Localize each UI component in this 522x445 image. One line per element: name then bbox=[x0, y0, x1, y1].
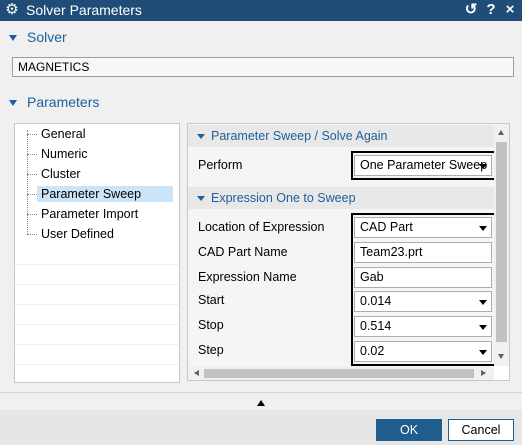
scroll-up-icon[interactable] bbox=[498, 130, 504, 135]
tree-item-numeric[interactable]: Numeric bbox=[15, 144, 179, 164]
vertical-scrollbar[interactable] bbox=[494, 124, 509, 366]
ok-button[interactable]: OK bbox=[376, 419, 442, 441]
dialog-footer: OK Cancel bbox=[0, 410, 522, 445]
scroll-left-icon[interactable] bbox=[194, 370, 199, 376]
scroll-down-icon[interactable] bbox=[498, 354, 504, 359]
reset-icon[interactable]: ↺ bbox=[463, 1, 479, 19]
tree-item-label: Parameter Sweep bbox=[37, 186, 173, 202]
solver-type-field: MAGNETICS bbox=[12, 57, 514, 77]
solver-heading: Solver bbox=[27, 29, 67, 45]
expression-group-header[interactable]: Expression One to Sweep bbox=[188, 187, 494, 209]
parameter-tree: General Numeric Cluster Parameter Sweep … bbox=[14, 123, 180, 383]
panel-content: Parameter Sweep / Solve Again Perform On… bbox=[188, 124, 494, 366]
window-title: Solver Parameters bbox=[26, 2, 142, 18]
help-icon[interactable]: ? bbox=[483, 1, 499, 19]
chevron-up-icon[interactable] bbox=[257, 400, 265, 406]
tree-item-label: General bbox=[41, 127, 86, 141]
tree-item-cluster[interactable]: Cluster bbox=[15, 164, 179, 184]
expression-name-label: Expression Name bbox=[198, 270, 297, 284]
solver-section-header[interactable]: Solver bbox=[0, 27, 522, 49]
close-icon[interactable]: × bbox=[502, 1, 518, 19]
scroll-right-icon[interactable] bbox=[481, 370, 486, 376]
scroll-thumb[interactable] bbox=[204, 369, 474, 378]
cancel-button[interactable]: Cancel bbox=[448, 419, 514, 441]
step-label: Step bbox=[198, 343, 224, 357]
tree-item-label: Parameter Import bbox=[41, 207, 139, 221]
sweep-group-header[interactable]: Parameter Sweep / Solve Again bbox=[188, 125, 494, 147]
tree-item-parameter-sweep[interactable]: Parameter Sweep bbox=[15, 184, 179, 204]
title-bar: ⚙ Solver Parameters ↺ ? × bbox=[0, 0, 522, 21]
location-label: Location of Expression bbox=[198, 220, 325, 234]
scroll-thumb[interactable] bbox=[496, 142, 507, 342]
perform-label: Perform bbox=[198, 158, 243, 172]
tree-item-parameter-import[interactable]: Parameter Import bbox=[15, 204, 179, 224]
highlight-box bbox=[351, 151, 494, 180]
tree-item-label: User Defined bbox=[41, 227, 114, 241]
horizontal-scrollbar[interactable] bbox=[188, 366, 494, 380]
tree-item-general[interactable]: General bbox=[15, 124, 179, 144]
expression-heading: Expression One to Sweep bbox=[211, 191, 356, 205]
tree-item-user-defined[interactable]: User Defined bbox=[15, 224, 179, 244]
collapse-triangle-icon[interactable] bbox=[197, 196, 205, 201]
tree-item-label: Cluster bbox=[41, 167, 81, 181]
start-label: Start bbox=[198, 293, 225, 307]
divider bbox=[0, 392, 522, 393]
collapse-triangle-icon[interactable] bbox=[197, 134, 205, 139]
sweep-heading: Parameter Sweep / Solve Again bbox=[211, 129, 388, 143]
cad-part-name-label: CAD Part Name bbox=[198, 245, 288, 259]
parameter-panel: Parameter Sweep / Solve Again Perform On… bbox=[187, 123, 510, 381]
collapse-triangle-icon[interactable] bbox=[9, 100, 17, 106]
parameters-heading: Parameters bbox=[27, 94, 100, 110]
stop-label: Stop bbox=[198, 318, 224, 332]
highlight-box bbox=[351, 213, 494, 366]
collapse-triangle-icon[interactable] bbox=[9, 35, 17, 41]
tree-item-label: Numeric bbox=[41, 147, 88, 161]
gear-icon: ⚙ bbox=[5, 1, 19, 18]
parameters-section-header[interactable]: Parameters bbox=[0, 92, 522, 114]
